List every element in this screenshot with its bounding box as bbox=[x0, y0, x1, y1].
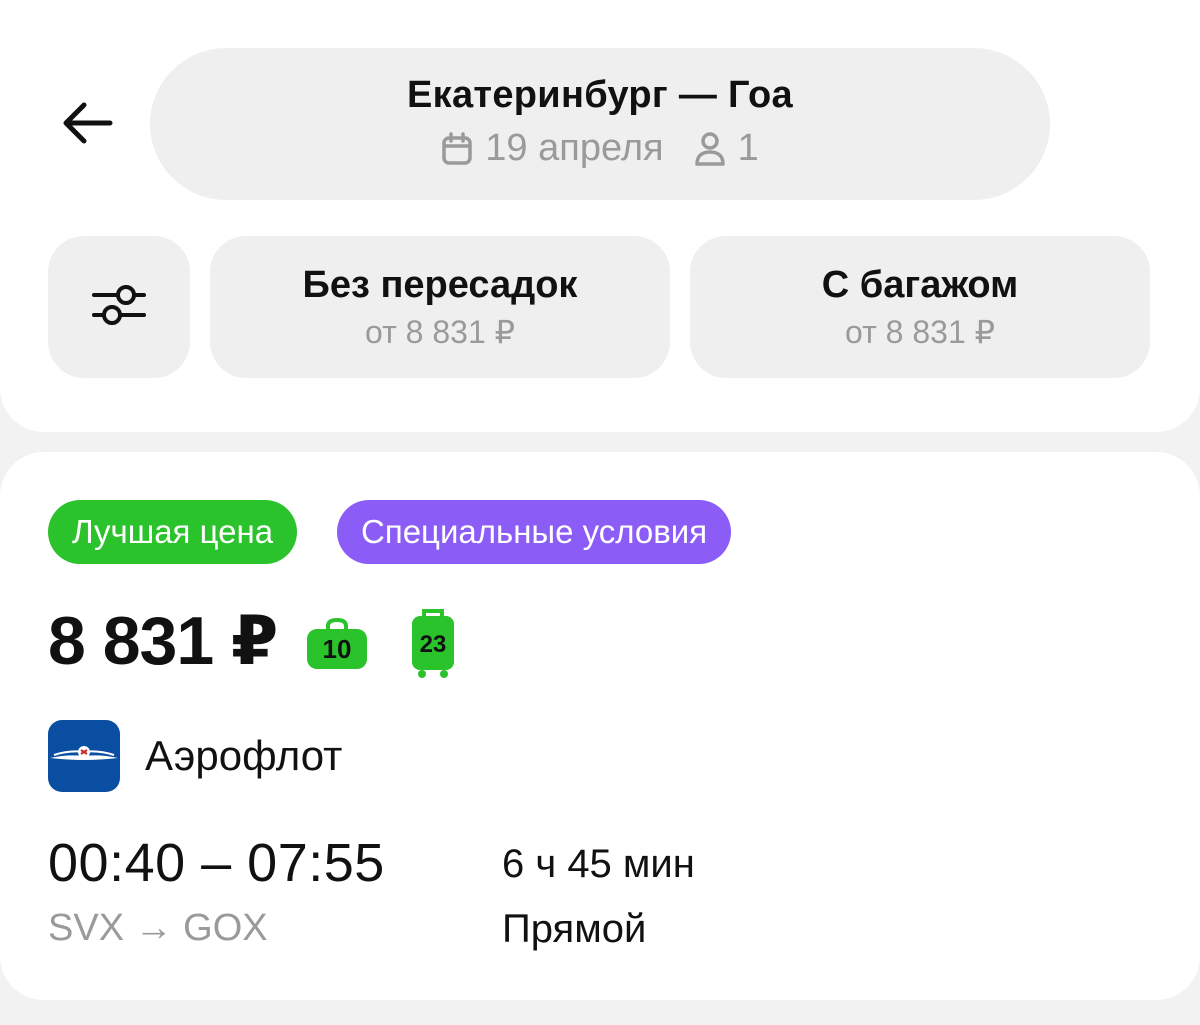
sliders-icon bbox=[92, 282, 146, 333]
special-conditions-badge: Специальные условия bbox=[337, 500, 732, 564]
chip-price: от 8 831 ₽ bbox=[365, 313, 515, 350]
airport-codes: SVX → GOX bbox=[48, 907, 268, 949]
airline-name: Аэрофлот bbox=[145, 732, 343, 779]
person-icon bbox=[694, 131, 726, 167]
calendar-icon bbox=[441, 131, 473, 166]
filters-button[interactable] bbox=[48, 236, 190, 378]
chip-title: С багажом bbox=[821, 263, 1019, 306]
route-title: Екатеринбург — Гоа bbox=[407, 74, 793, 116]
back-button[interactable] bbox=[52, 90, 122, 160]
hand-luggage-icon: 10 bbox=[306, 617, 368, 675]
filter-chip-baggage[interactable]: С багажом от 8 831 ₽ bbox=[690, 236, 1150, 378]
ticket-price: 8 831 ₽ bbox=[48, 603, 278, 679]
suitcase-icon: 23 bbox=[410, 608, 456, 685]
baggage-weight: 23 bbox=[420, 631, 447, 658]
passenger-count: 1 bbox=[737, 127, 759, 169]
route-meta: 19 апреля 1 bbox=[441, 127, 759, 170]
route-summary-button[interactable]: Екатеринбург — Гоа 19 апреля 1 bbox=[150, 48, 1050, 200]
flight-duration: 6 ч 45 мин bbox=[502, 842, 695, 886]
best-price-badge: Лучшая цена bbox=[48, 500, 298, 564]
flight-times: 00:40 – 07:55 bbox=[48, 833, 385, 893]
ticket-card[interactable]: Лучшая цена Специальные условия 8 831 ₽ … bbox=[0, 452, 1200, 1000]
search-header-panel: Екатеринбург — Гоа 19 апреля 1 Без перес… bbox=[0, 0, 1200, 432]
stops-info: Прямой bbox=[502, 907, 647, 951]
aeroflot-logo bbox=[48, 720, 120, 792]
arrow-left-icon bbox=[60, 101, 114, 150]
hand-luggage-weight: 10 bbox=[323, 634, 352, 664]
chip-title: Без пересадок bbox=[302, 263, 578, 306]
chip-price: от 8 831 ₽ bbox=[845, 313, 995, 350]
travel-date: 19 апреля bbox=[485, 127, 664, 169]
filter-chip-nonstop[interactable]: Без пересадок от 8 831 ₽ bbox=[210, 236, 670, 378]
